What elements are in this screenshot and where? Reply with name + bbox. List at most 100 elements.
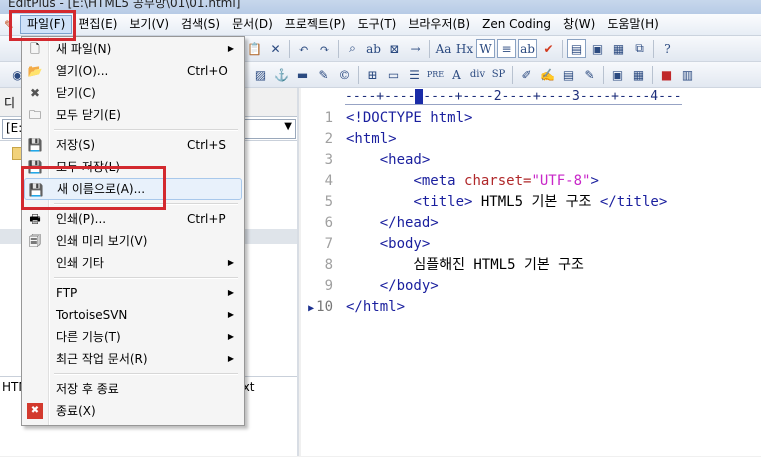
view-panel-icon[interactable]: ▤ (567, 39, 586, 58)
file-menu-item[interactable]: 📂 열기(O)... Ctrl+O (24, 60, 240, 82)
layout-icon[interactable]: ▥ (678, 65, 697, 84)
css-icon[interactable]: ▤ (559, 65, 578, 84)
directory-tab[interactable]: 디 (4, 94, 15, 111)
file-menu-item[interactable]: TortoiseSVN ▶ (24, 304, 240, 326)
window-icon[interactable]: ⧉ (630, 39, 649, 58)
comment-icon[interactable]: ✎ (580, 65, 599, 84)
code-line[interactable]: <html> (346, 129, 667, 150)
code-line[interactable]: <head> (346, 150, 667, 171)
column-icon[interactable]: ab (518, 39, 537, 58)
replace-icon[interactable]: ab (364, 39, 383, 58)
clip-panel-icon[interactable]: ▣ (588, 39, 607, 58)
hx-icon[interactable]: Hx (455, 39, 474, 58)
save-disk-icon: 💾 (27, 138, 43, 152)
file-menu-item-label: 다른 기능(T) (56, 330, 121, 344)
image-icon[interactable]: ▨ (251, 65, 270, 84)
file-menu-item[interactable]: ✖ 닫기(C) (24, 82, 240, 104)
file-menu-item[interactable]: 저장 후 종료 (24, 378, 240, 400)
code-line[interactable]: <body> (346, 234, 667, 255)
pre-icon[interactable]: PRE (426, 65, 445, 84)
current-line-marker-icon: ▶ (308, 303, 315, 314)
copyright-icon[interactable]: © (335, 65, 354, 84)
file-menu-item-label: 열기(O)... (56, 64, 109, 78)
file-menu-item-label: FTP (56, 286, 78, 300)
code-line[interactable]: </html> (346, 297, 667, 318)
menu-edit[interactable]: 편집(E) (72, 15, 123, 34)
menu-zen-coding[interactable]: Zen Coding (476, 15, 557, 34)
anchor-icon[interactable]: ⚓ (272, 65, 291, 84)
menu-document[interactable]: 문서(D) (226, 15, 279, 34)
file-menu-item[interactable]: 🗐 인쇄 미리 보기(V) (24, 230, 240, 252)
goto-icon[interactable]: → (406, 39, 425, 58)
file-menu-item-label: 인쇄(P)... (56, 212, 107, 226)
spell-check-icon[interactable]: ✔ (539, 39, 558, 58)
file-menu-item-label: 최근 작업 문서(R) (56, 352, 148, 366)
file-menu-item-shortcut: Ctrl+O (187, 64, 228, 78)
print-preview-icon: 🗐 (29, 234, 41, 248)
pencil-icon[interactable]: ✎ (314, 65, 333, 84)
menu-browser[interactable]: 브라우저(B) (402, 15, 476, 34)
code-line[interactable]: <title> HTML5 기본 구조 </title> (346, 192, 667, 213)
redo-icon[interactable]: ↷ (315, 39, 334, 58)
file-menu-item[interactable]: 🗋 새 파일(N) ▶ (24, 38, 240, 60)
menu-search[interactable]: 검색(S) (175, 15, 226, 34)
line-number-icon[interactable]: ≡ (497, 39, 516, 58)
form-icon[interactable]: ▭ (384, 65, 403, 84)
code-line[interactable]: <meta charset="UTF-8"> (346, 171, 667, 192)
chevron-down-icon[interactable]: ▼ (284, 121, 292, 132)
edit-icon[interactable]: ✐ (517, 65, 536, 84)
code-line[interactable]: 심플해진 HTML5 기본 구조 (346, 255, 667, 276)
preview-icon[interactable]: ▣ (608, 65, 627, 84)
file-menu-item-label: 저장 후 종료 (56, 382, 119, 396)
font-icon[interactable]: Aa (434, 39, 453, 58)
paste-icon[interactable]: 📋 (245, 39, 264, 58)
rule-icon[interactable]: ▬ (293, 65, 312, 84)
span-icon[interactable]: SP (489, 65, 508, 84)
line-number-gutter: 1 2 3 4 5 6 7 8 9 ▶ 10 (301, 108, 333, 318)
div-icon[interactable]: div (468, 65, 487, 84)
delete-icon[interactable]: ✕ (266, 39, 285, 58)
undo-icon[interactable]: ↶ (294, 39, 313, 58)
line-number: ▶ 10 (308, 299, 333, 315)
menu-project[interactable]: 프로젝트(P) (279, 15, 352, 34)
find-in-files-icon[interactable]: ⊠ (385, 39, 404, 58)
list-icon[interactable]: ☰ (405, 65, 424, 84)
file-menu-item[interactable]: 인쇄 기타 ▶ (24, 252, 240, 274)
help-icon[interactable]: ? (658, 39, 677, 58)
line-number: 5 (324, 194, 333, 210)
code-line[interactable]: <!DOCTYPE html> (346, 108, 667, 129)
code-editor[interactable]: ----+----1----+----2----+----3----+----4… (301, 88, 761, 456)
file-menu-item[interactable]: 🖶 인쇄(P)... Ctrl+P (24, 208, 240, 230)
file-menu-item[interactable]: 🗀 모두 닫기(E) (24, 104, 240, 126)
find-icon[interactable]: ⌕ (343, 39, 362, 58)
printer-icon: 🖶 (29, 212, 41, 226)
code-line[interactable]: </head> (346, 213, 667, 234)
line-number: 8 (324, 257, 333, 273)
file-menu-item-label: 저장(S) (56, 138, 96, 152)
file-menu-item[interactable]: 최근 작업 문서(R) ▶ (24, 348, 240, 370)
menu-bar: ✎ 파일(F) 편집(E) 보기(V) 검색(S) 문서(D) 프로젝트(P) … (0, 14, 761, 36)
toggle-icon[interactable]: ▦ (629, 65, 648, 84)
line-number: 4 (324, 173, 333, 189)
code-line[interactable]: </body> (346, 276, 667, 297)
line-number: 9 (324, 278, 333, 294)
script-icon[interactable]: ✍ (538, 65, 557, 84)
menu-tools[interactable]: 도구(T) (352, 15, 403, 34)
file-menu-item[interactable]: 💾 저장(S) Ctrl+S (24, 134, 240, 156)
file-menu-item[interactable]: ✖ 종료(X) (24, 400, 240, 422)
code-area[interactable]: <!DOCTYPE html> <html> <head> <meta chars… (346, 108, 667, 318)
save-as-highlight (21, 166, 166, 210)
menu-help[interactable]: 도움말(H) (601, 15, 665, 34)
table-icon[interactable]: ⊞ (363, 65, 382, 84)
file-menu-item[interactable]: 다른 기능(T) ▶ (24, 326, 240, 348)
font-a-icon[interactable]: A (447, 65, 466, 84)
menu-window[interactable]: 창(W) (557, 15, 601, 34)
color-icon[interactable]: ■ (657, 65, 676, 84)
submenu-arrow-icon: ▶ (227, 44, 234, 53)
line-number: 7 (324, 236, 333, 252)
menu-view[interactable]: 보기(V) (123, 15, 175, 34)
word-wrap-icon[interactable]: W (476, 39, 495, 58)
output-icon[interactable]: ▦ (609, 39, 628, 58)
file-menu-item[interactable]: FTP ▶ (24, 282, 240, 304)
file-menu-item-label: 인쇄 미리 보기(V) (56, 234, 148, 248)
